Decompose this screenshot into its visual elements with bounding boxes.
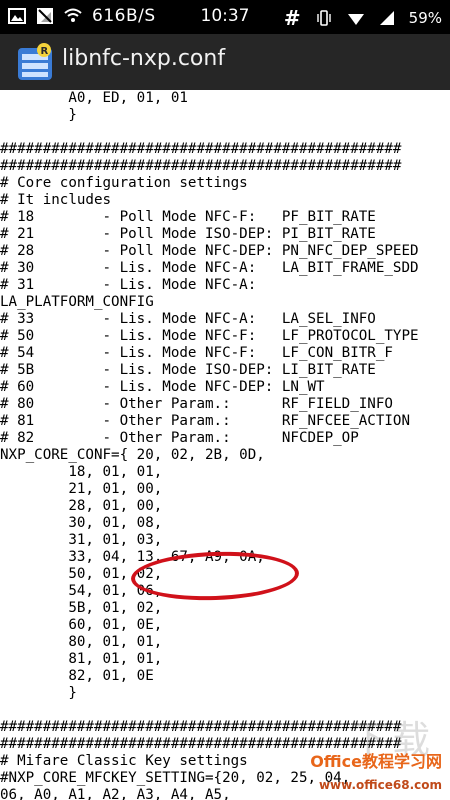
file-line: 06, A0, A1, A2, A3, A4, A5, — [0, 787, 231, 800]
file-line: # 54 - Lis. Mode NFC-F: LF_CON_BITR_F — [0, 345, 393, 361]
file-line: 33, 04, 13, 67, A9, 0A, — [0, 549, 265, 565]
file-line: # 82 - Other Param.: NFCDEP_OP — [0, 430, 359, 446]
file-line: # 21 - Poll Mode ISO-DEP: PI_BIT_RATE — [0, 226, 376, 242]
file-line: } — [0, 107, 77, 123]
file-line: ########################################… — [0, 158, 402, 174]
cell-signal-icon — [379, 8, 395, 28]
file-line: # 28 - Poll Mode NFC-DEP: PN_NFC_DEP_SPE… — [0, 243, 419, 259]
file-line: 54, 01, 06, — [0, 583, 163, 599]
file-line: ########################################… — [0, 736, 402, 752]
file-line: # 60 - Lis. Mode NFC-DEP: LN_WT — [0, 379, 325, 395]
file-line: # Core configuration settings — [0, 175, 248, 191]
file-line: # 33 - Lis. Mode NFC-A: LA_SEL_INFO — [0, 311, 376, 327]
svg-text:R: R — [41, 46, 49, 57]
vibrate-icon — [315, 8, 333, 28]
file-line: LA_PLATFORM_CONFIG — [0, 294, 154, 310]
file-line: # 31 - Lis. Mode NFC-A: — [0, 277, 257, 293]
file-line: # 81 - Other Param.: RF_NFCEE_ACTION — [0, 413, 410, 429]
status-bar: 616B/S 10:37 # 59% — [0, 0, 450, 34]
file-line: # 18 - Poll Mode NFC-F: PF_BIT_RATE — [0, 209, 376, 225]
wifi-signal-icon — [347, 8, 365, 28]
file-line: 50, 01, 02, — [0, 566, 163, 582]
hash-icon: # — [283, 6, 301, 30]
file-line: # 30 - Lis. Mode NFC-A: LA_BIT_FRAME_SDD — [0, 260, 419, 276]
file-line — [0, 702, 450, 719]
file-line: #NXP_CORE_MFCKEY_SETTING={20, 02, 25, 04… — [0, 770, 351, 786]
file-line — [0, 124, 450, 141]
file-line: 5B, 01, 02, — [0, 600, 163, 616]
battery-percent: 59% — [408, 9, 442, 27]
app-logo-icon[interactable]: R — [16, 42, 54, 82]
file-line: A0, ED, 01, 01 — [0, 90, 188, 106]
file-line: ########################################… — [0, 719, 402, 735]
app-bar: R libnfc-nxp.conf — [0, 34, 450, 90]
file-line: } — [0, 685, 77, 701]
file-line: 82, 01, 0E — [0, 668, 154, 684]
file-line: # 5B - Lis. Mode ISO-DEP: LI_BIT_RATE — [0, 362, 376, 378]
file-line: 18, 01, 01, — [0, 464, 163, 480]
file-line: 28, 01, 00, — [0, 498, 163, 514]
file-line: # It includes — [0, 192, 112, 208]
file-line: 81, 01, 01, — [0, 651, 163, 667]
file-content[interactable]: A0, ED, 01, 01 } ########################… — [0, 90, 450, 800]
status-bar-right: # 59% — [284, 6, 442, 30]
file-line: # Mifare Classic Key settings — [0, 753, 248, 769]
file-line: ########################################… — [0, 141, 402, 157]
config-file-text: A0, ED, 01, 01 } ########################… — [0, 90, 450, 800]
file-line: # 80 - Other Param.: RF_FIELD_INFO — [0, 396, 393, 412]
file-line: # 50 - Lis. Mode NFC-F: LF_PROTOCOL_TYPE — [0, 328, 419, 344]
file-line: 60, 01, 0E, — [0, 617, 163, 633]
file-line: 30, 01, 08, — [0, 515, 163, 531]
file-line: 80, 01, 01, — [0, 634, 163, 650]
file-line: 31, 01, 03, — [0, 532, 163, 548]
app-title: libnfc-nxp.conf — [62, 46, 226, 71]
file-line: 21, 01, 00, — [0, 481, 163, 497]
file-line: NXP_CORE_CONF={ 20, 02, 2B, 0D, — [0, 447, 265, 463]
